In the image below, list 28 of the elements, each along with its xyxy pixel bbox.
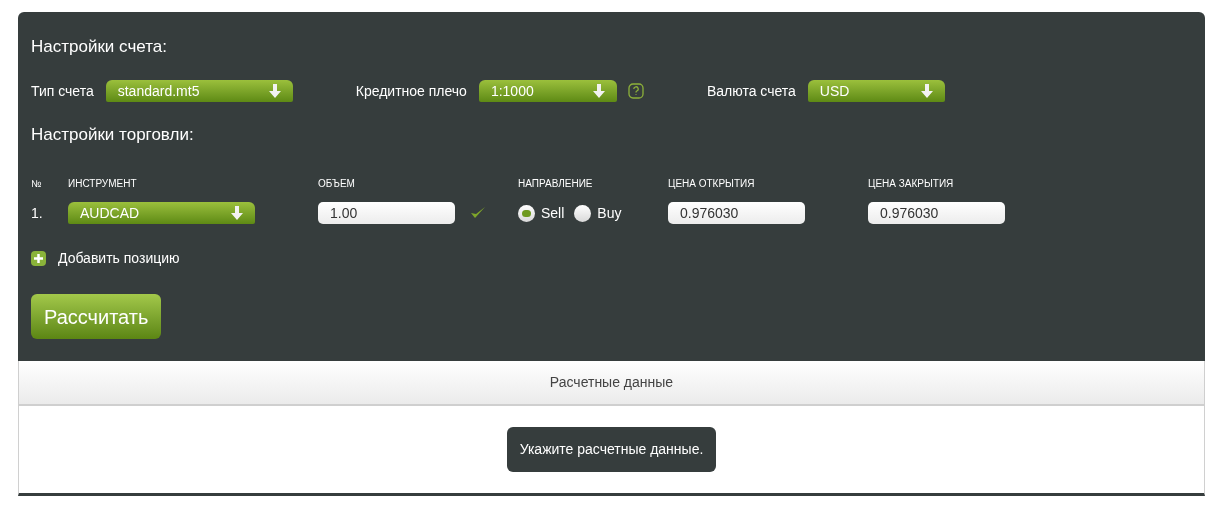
down-arrow-icon <box>231 206 243 220</box>
text-field[interactable]: 0.976030 <box>868 202 1005 224</box>
radio-button[interactable] <box>574 204 592 222</box>
down-arrow-icon <box>268 84 281 98</box>
help-icon[interactable] <box>627 83 644 99</box>
column-header: ОБЪЕМ <box>318 177 356 191</box>
add-position-link[interactable]: Добавить позицию <box>31 248 180 269</box>
column-header: № <box>31 177 43 191</box>
column-header: ЦЕНА ЗАКРЫТИЯ <box>868 177 955 191</box>
text-field[interactable]: 0.976030 <box>668 202 805 224</box>
row-number: 1. <box>31 203 44 223</box>
radio-option[interactable]: Sell <box>518 202 565 224</box>
down-arrow-icon <box>920 84 933 98</box>
info-message: Укажите расчетные данные. <box>506 427 717 472</box>
field-label: Валюта счета <box>706 81 796 101</box>
text-field[interactable]: 1.00 <box>318 202 455 224</box>
column-header: ИНСТРУМЕНТ <box>68 177 138 191</box>
column-header: ЦЕНА ОТКРЫТИЯ <box>668 177 756 191</box>
radio-button[interactable] <box>518 204 535 222</box>
radio-option[interactable]: Buy <box>574 202 622 224</box>
results-header: Расчетные данные <box>18 361 1205 406</box>
section-title: Настройки торговли: <box>31 124 195 146</box>
plus-icon <box>31 251 46 266</box>
column-header: НАПРАВЛЕНИЕ <box>518 177 594 191</box>
section-title: Настройки счета: <box>31 36 168 58</box>
down-arrow-icon <box>592 84 605 98</box>
field-label: Кредитное плечо <box>355 81 467 101</box>
field-label: Тип счета <box>31 81 94 101</box>
